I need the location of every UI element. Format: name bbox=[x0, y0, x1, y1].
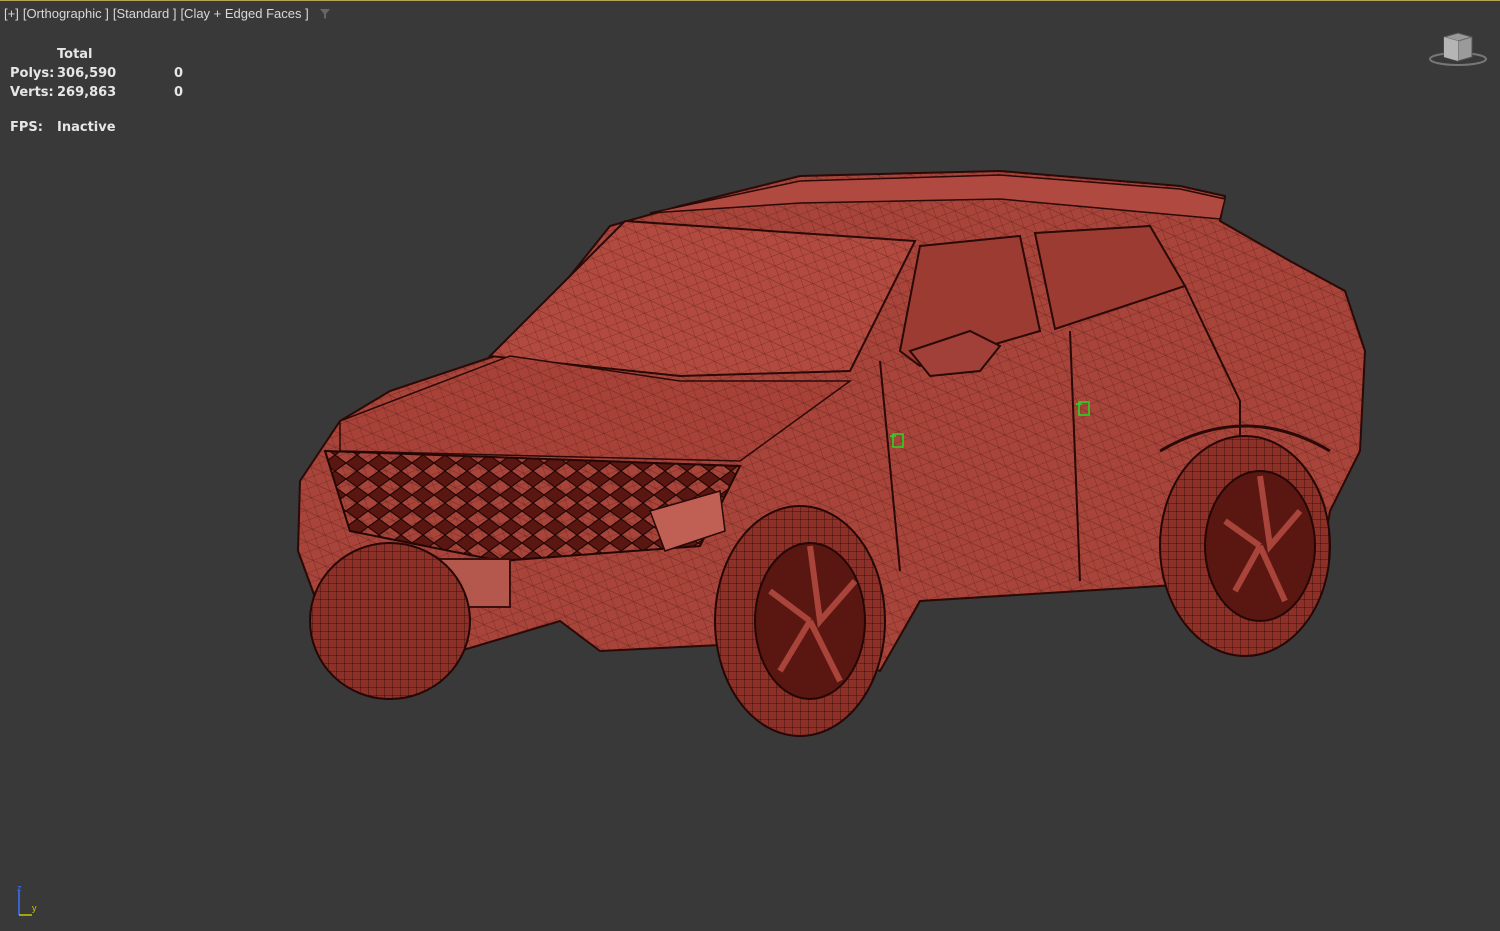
wheel-front-right bbox=[714, 505, 886, 737]
axis-z-label: z bbox=[17, 883, 22, 893]
car-mesh-model[interactable] bbox=[280, 151, 1380, 751]
stats-row-verts: Verts: 269,863 0 bbox=[10, 83, 204, 102]
axis-y-label: y bbox=[32, 903, 37, 913]
stats-label: Polys: bbox=[10, 66, 55, 81]
stats-selected: 0 bbox=[174, 85, 184, 100]
stats-total: 306,590 bbox=[57, 66, 117, 81]
stats-header-total: Total bbox=[57, 47, 93, 62]
viewport-menu-display-mode[interactable]: [Clay + Edged Faces ] bbox=[180, 6, 308, 21]
stats-total: 269,863 bbox=[57, 85, 117, 100]
viewport-menu-projection[interactable]: [Orthographic ] bbox=[23, 6, 109, 21]
filter-icon[interactable] bbox=[319, 8, 331, 20]
axis-tripod-icon: z y bbox=[17, 883, 37, 916]
statistics-panel: Total Polys: 306,590 0 Verts: 269,863 0 bbox=[10, 45, 204, 102]
fps-label: FPS: bbox=[10, 120, 43, 135]
selection-gizmo[interactable] bbox=[890, 432, 906, 448]
wheel-rear bbox=[1159, 435, 1331, 657]
axis-tripod: z y bbox=[14, 883, 44, 917]
fps-value: Inactive bbox=[57, 120, 116, 135]
viewport-menu-shading-standard[interactable]: [Standard ] bbox=[113, 6, 177, 21]
stats-row-polys: Polys: 306,590 0 bbox=[10, 64, 204, 83]
3d-viewport[interactable]: [+] [Orthographic ] [Standard ] [Clay + … bbox=[0, 0, 1500, 931]
viewport-label: [+] [Orthographic ] [Standard ] [Clay + … bbox=[4, 6, 331, 21]
stats-label: Verts: bbox=[10, 85, 54, 100]
stats-selected: 0 bbox=[174, 66, 184, 81]
viewcube-icon[interactable] bbox=[1428, 29, 1488, 69]
viewport-menu-plus[interactable]: [+] bbox=[4, 6, 19, 21]
wheel-front-left bbox=[309, 542, 471, 700]
fps-readout: FPS: Inactive bbox=[10, 120, 116, 135]
selection-gizmo[interactable] bbox=[1076, 400, 1092, 416]
